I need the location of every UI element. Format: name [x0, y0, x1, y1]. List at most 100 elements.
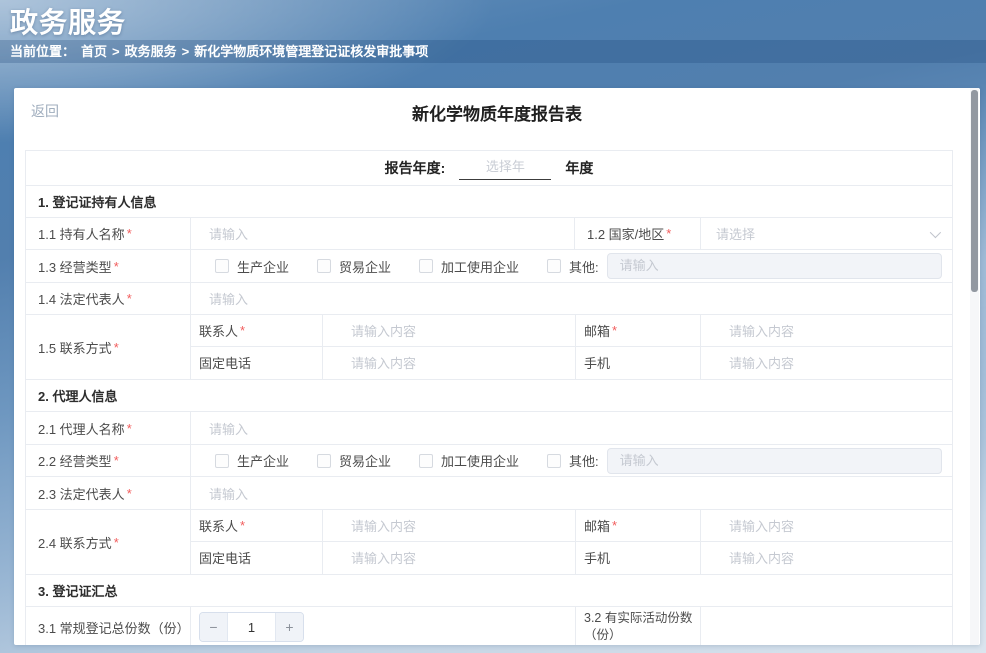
label-text: 联系人 [199, 321, 238, 340]
business-type-options: 生产企业 贸易企业 加工使用企业 其他: 请输入 [191, 250, 952, 282]
country-label: 1.2 国家/地区* [575, 218, 701, 249]
row-agent-name: 2.1 代理人名称* 请输入 [26, 412, 952, 445]
holder-name-input[interactable]: 请输入 [191, 218, 575, 249]
email-input[interactable]: 请输入内容 [701, 510, 952, 541]
breadcrumb-label: 当前位置： [10, 44, 75, 59]
processing-checkbox[interactable] [419, 259, 433, 273]
required-mark: * [114, 340, 119, 355]
row-business-type-1: 1.3 经营类型* 生产企业 贸易企业 加工使用企业 其他: 请输入 [26, 250, 952, 283]
other-label: 其他: [569, 451, 599, 470]
required-mark: * [127, 291, 132, 306]
business-type2-options: 生产企业 贸易企业 加工使用企业 其他:请输入 [191, 445, 952, 476]
checkbox-group-processing: 加工使用企业 [419, 451, 519, 470]
holder-name-label: 1.1 持有人名称* [26, 218, 191, 249]
report-year-cell: 报告年度: 选择年 年度 [26, 151, 952, 185]
breadcrumb-current-page[interactable]: 新化学物质环境管理登记证核发审批事项 [194, 44, 428, 59]
contact-person-input[interactable]: 请输入内容 [323, 315, 576, 346]
row-business-type-2: 2.2 经营类型* 生产企业 贸易企业 加工使用企业 其他:请输入 [26, 445, 952, 477]
regular-count-cell: − 1 + [191, 607, 576, 645]
back-link[interactable]: 返回 [31, 101, 59, 121]
landline-label: 固定电话 [191, 542, 323, 574]
stepper-decrease-button[interactable]: − [200, 613, 228, 641]
trade-checkbox[interactable] [317, 454, 331, 468]
other-input[interactable]: 请输入 [607, 253, 942, 279]
business-type2-label: 2.2 经营类型* [26, 445, 191, 476]
trade-label: 贸易企业 [339, 451, 391, 470]
section2-title: 2. 代理人信息 [26, 380, 952, 411]
email-label: 邮箱* [576, 315, 701, 346]
agent-name-label: 2.1 代理人名称* [26, 412, 191, 444]
contact-subrow-2: 固定电话 请输入内容 手机 请输入内容 [191, 347, 952, 379]
checkbox-group-producer: 生产企业 [215, 257, 289, 276]
label-text: 1.2 国家/地区 [587, 224, 664, 243]
required-mark: * [127, 421, 132, 436]
required-mark: * [612, 518, 617, 533]
checkbox-group-other: 其他: 请输入 [547, 448, 942, 474]
label-text: 1.4 法定代表人 [38, 289, 125, 308]
label-text: 1.3 经营类型 [38, 257, 112, 276]
checkbox-group-trade: 贸易企业 [317, 257, 391, 276]
label-text: 2.4 联系方式 [38, 533, 112, 552]
landline-input[interactable]: 请输入内容 [323, 542, 576, 574]
label-text: 邮箱 [584, 516, 610, 535]
label-text: 邮箱 [584, 321, 610, 340]
contact-subtable: 联系人* 请输入内容 邮箱* 请输入内容 固定电话 请输入内容 手机 请输入内容 [191, 315, 952, 379]
contact-subrow-1: 联系人* 请输入内容 邮箱* 请输入内容 [191, 315, 952, 347]
processing-label: 加工使用企业 [441, 451, 519, 470]
chevron-down-icon [930, 226, 941, 237]
country-select-placeholder: 请选择 [716, 224, 755, 243]
contact-person-input[interactable]: 请输入内容 [323, 510, 576, 541]
other-checkbox[interactable] [547, 454, 561, 468]
annual-report-table: 报告年度: 选择年 年度 1. 登记证持有人信息 1.1 持有人名称* 请输入 … [25, 150, 953, 645]
mobile-label: 手机 [576, 347, 701, 379]
regular-count-label: 3.1 常规登记总份数（份） [26, 607, 191, 645]
required-mark: * [114, 259, 119, 274]
report-year-suffix: 年度 [565, 158, 593, 178]
business-type-label: 1.3 经营类型* [26, 250, 191, 282]
email-input[interactable]: 请输入内容 [701, 315, 952, 346]
section3-title: 3. 登记证汇总 [26, 575, 952, 606]
label-text: 联系人 [199, 516, 238, 535]
required-mark: * [114, 535, 119, 550]
form-card: 返回 新化学物质年度报告表 报告年度: 选择年 年度 1. 登记证持有人信息 1… [14, 88, 980, 645]
mobile-input[interactable]: 请输入内容 [701, 542, 952, 574]
report-year-input[interactable]: 选择年 [459, 156, 551, 180]
breadcrumb-services-link[interactable]: 政务服务 [125, 44, 177, 59]
row-contact-1: 1.5 联系方式* 联系人* 请输入内容 邮箱* 请输入内容 固定电话 请输入内… [26, 315, 952, 380]
other-label: 其他: [569, 257, 599, 276]
row-legal-rep-1: 1.4 法定代表人* 请输入 [26, 283, 952, 315]
active-count-cell [701, 607, 952, 645]
active-count-label: 3.2 有实际活动份数（份） [576, 607, 701, 645]
breadcrumb-home-link[interactable]: 首页 [81, 44, 107, 59]
processing-checkbox[interactable] [419, 454, 433, 468]
section2-header-row: 2. 代理人信息 [26, 380, 952, 412]
row-summary: 3.1 常规登记总份数（份） − 1 + 3.2 有实际活动份数（份） [26, 607, 952, 645]
form-title: 新化学物质年度报告表 [14, 88, 980, 125]
other-checkbox[interactable] [547, 259, 561, 273]
contact-person-label: 联系人* [191, 510, 323, 541]
trade-checkbox[interactable] [317, 259, 331, 273]
label-text: 1.5 联系方式 [38, 338, 112, 357]
producer-checkbox[interactable] [215, 259, 229, 273]
processing-label: 加工使用企业 [441, 257, 519, 276]
row-contact-2: 2.4 联系方式* 联系人* 请输入内容 邮箱* 请输入内容 固定电话 请输入内… [26, 510, 952, 575]
contact2-subrow-1: 联系人* 请输入内容 邮箱* 请输入内容 [191, 510, 952, 542]
landline-input[interactable]: 请输入内容 [323, 347, 576, 379]
legal-rep-input[interactable]: 请输入 [191, 283, 952, 314]
stepper-value[interactable]: 1 [228, 613, 275, 641]
quantity-stepper: − 1 + [199, 612, 304, 642]
agent-name-input[interactable]: 请输入 [191, 412, 952, 444]
required-mark: * [127, 486, 132, 501]
stepper-increase-button[interactable]: + [275, 613, 303, 641]
other-input[interactable]: 请输入 [607, 448, 942, 474]
mobile-input[interactable]: 请输入内容 [701, 347, 952, 379]
producer-checkbox[interactable] [215, 454, 229, 468]
report-year-label: 报告年度: [385, 158, 446, 178]
scrollbar-thumb[interactable] [971, 90, 978, 292]
required-mark: * [240, 323, 245, 338]
country-select[interactable]: 请选择 [701, 218, 952, 249]
breadcrumb: 当前位置：首页>政务服务>新化学物质环境管理登记证核发审批事项 [0, 40, 986, 63]
section1-header-row: 1. 登记证持有人信息 [26, 186, 952, 218]
legal-rep2-input[interactable]: 请输入 [191, 477, 952, 509]
contact2-subrow-2: 固定电话 请输入内容 手机 请输入内容 [191, 542, 952, 574]
